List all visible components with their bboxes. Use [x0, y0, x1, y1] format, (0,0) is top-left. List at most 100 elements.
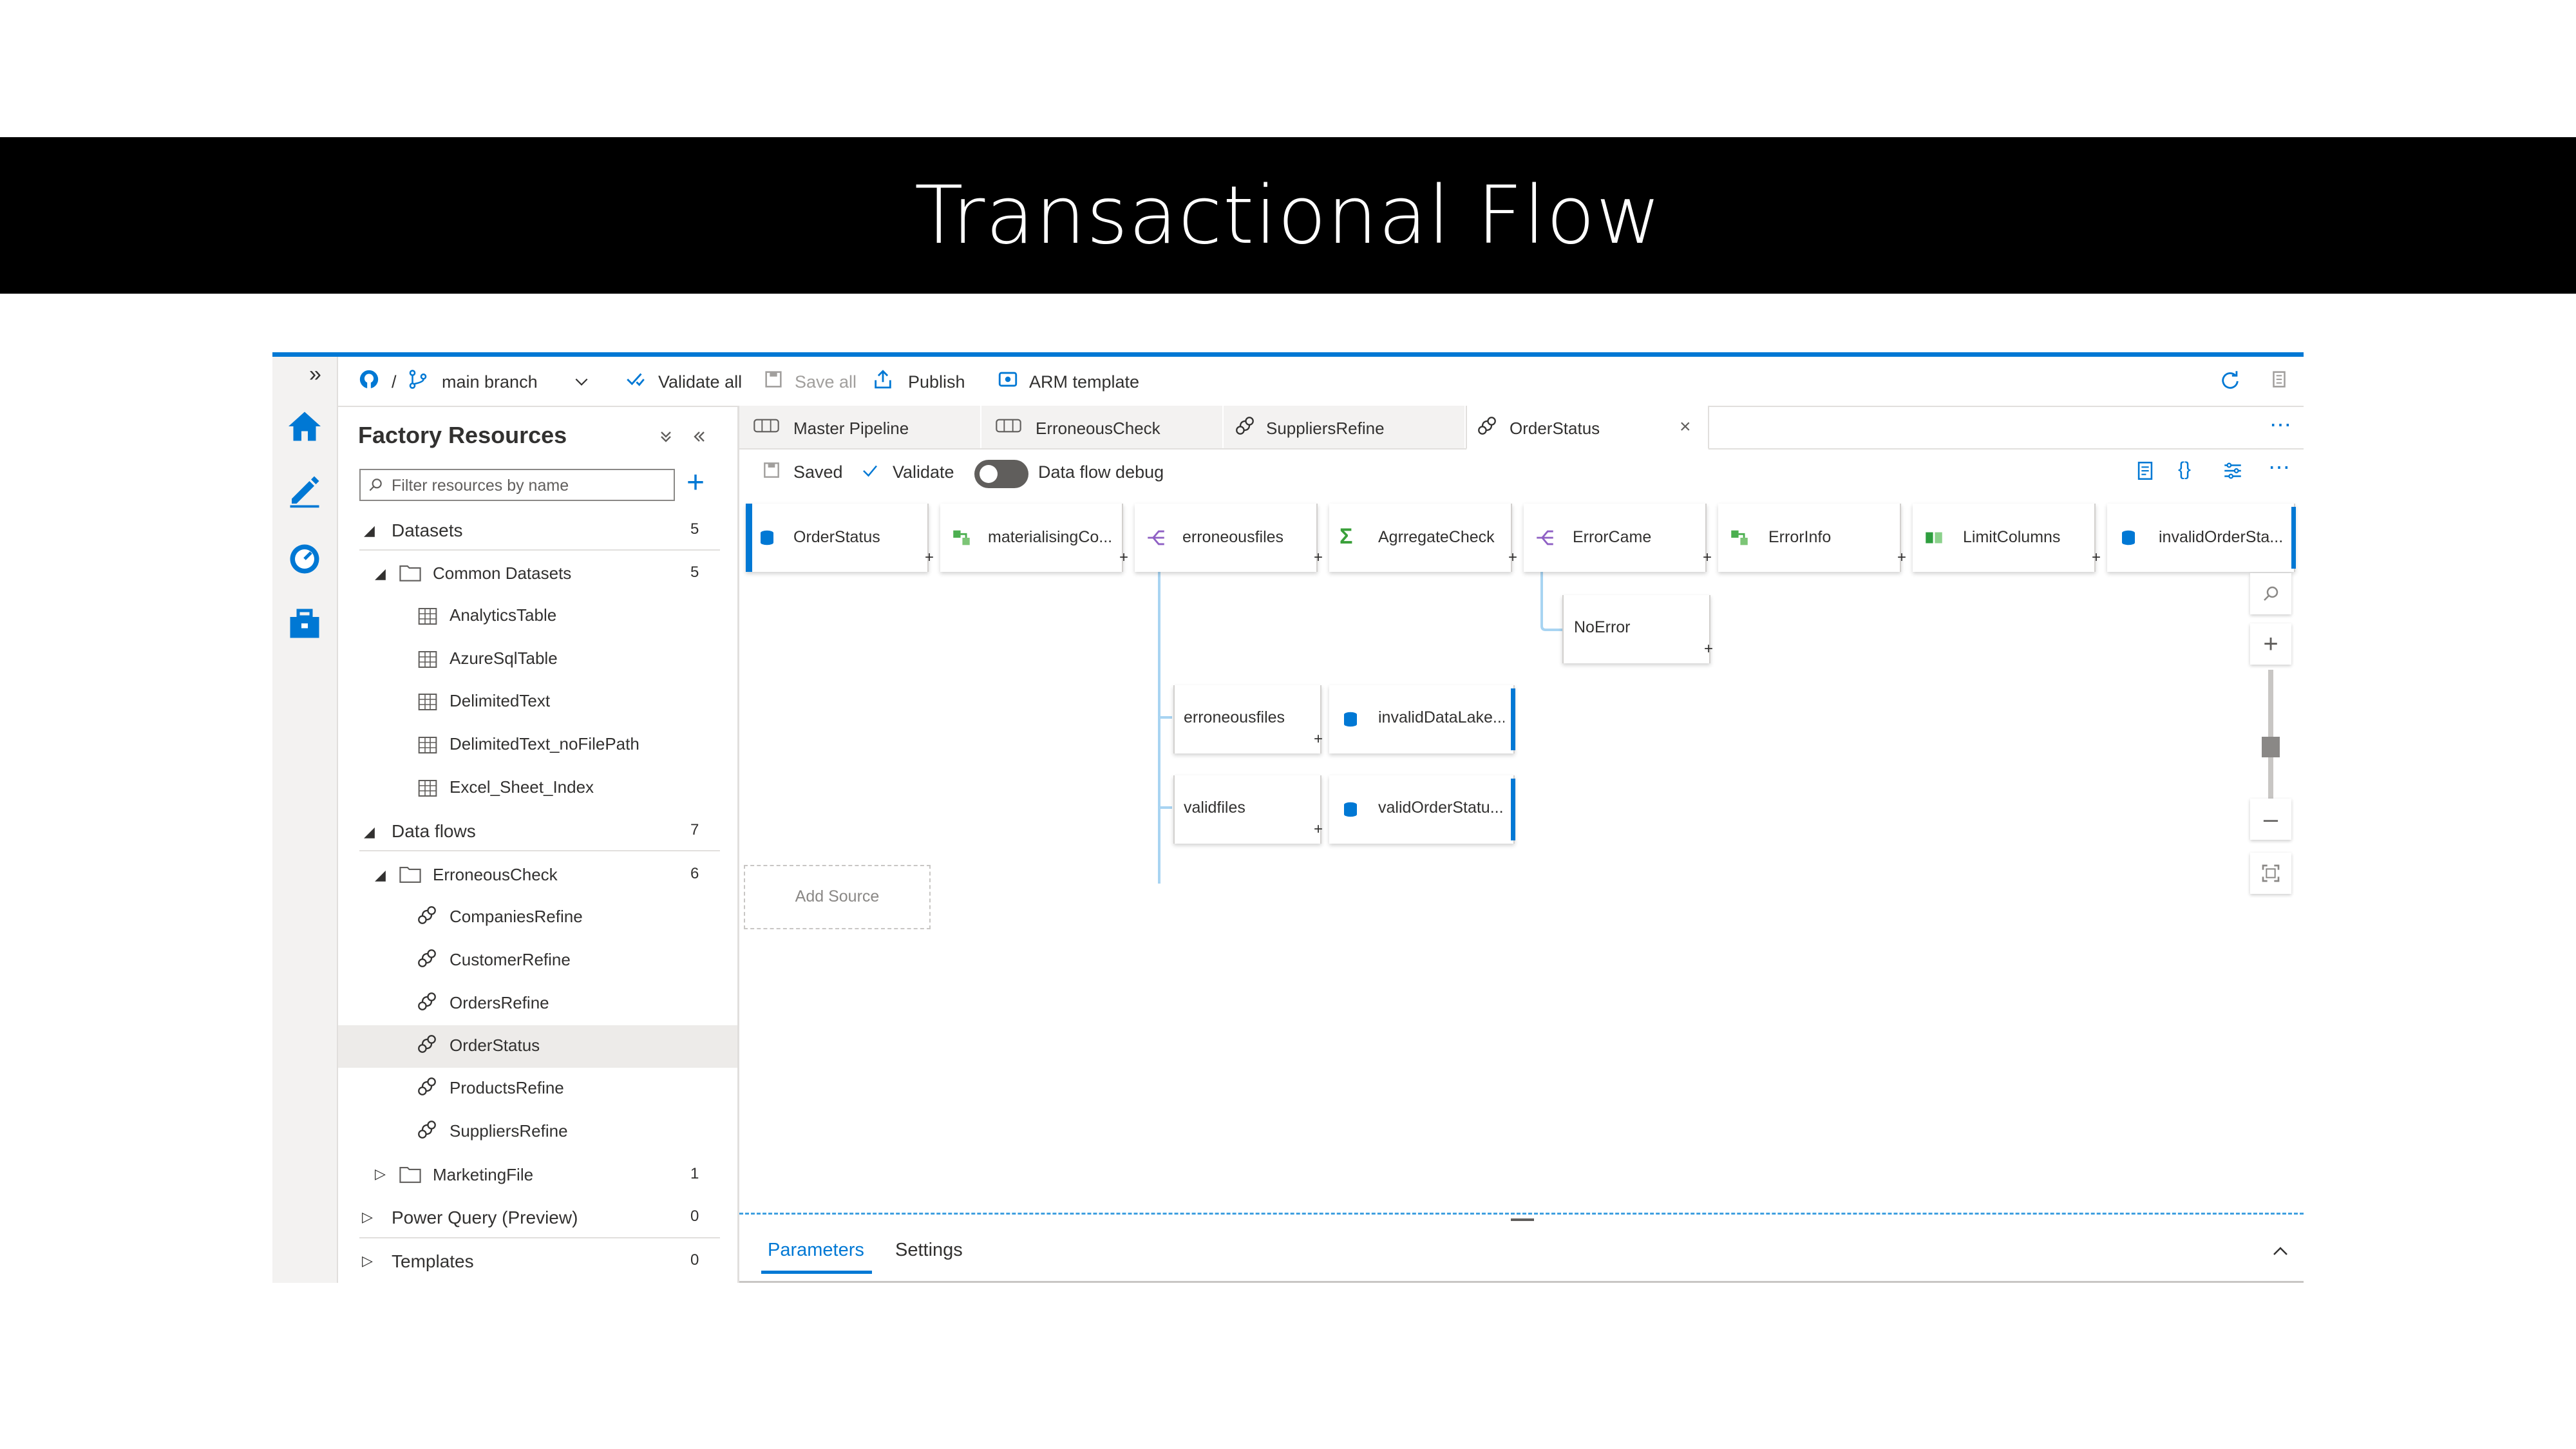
database-icon	[761, 530, 773, 545]
dataflow-icon	[418, 906, 436, 924]
add-transform-icon[interactable]: +	[1704, 640, 1713, 658]
tab-parameters[interactable]: Parameters	[768, 1240, 864, 1261]
home-icon[interactable]	[285, 407, 324, 446]
arm-template-button[interactable]: ARM template	[1029, 372, 1139, 392]
script-icon[interactable]	[2134, 460, 2156, 482]
more-options-icon[interactable]: ⋯	[2268, 455, 2290, 480]
node-label: erroneousfiles	[1182, 528, 1284, 546]
dataflow-item[interactable]: CustomerRefine	[450, 950, 571, 970]
collapse-all-icon[interactable]	[657, 428, 675, 446]
add-transform-icon[interactable]: +	[2092, 549, 2101, 567]
refresh-icon[interactable]	[2219, 368, 2241, 390]
folder-icon	[399, 565, 421, 582]
dataflow-item-selected[interactable]: OrderStatus	[450, 1036, 540, 1056]
dataflow-item[interactable]: OrdersRefine	[450, 993, 549, 1013]
node-label: erroneousfiles	[1184, 708, 1285, 726]
fit-to-screen-button[interactable]	[2250, 853, 2291, 894]
conditional-split-icon	[1537, 530, 1553, 545]
validate-button[interactable]: Validate	[893, 462, 954, 482]
add-transform-icon[interactable]: +	[1897, 549, 1906, 567]
add-transform-icon[interactable]: +	[1119, 549, 1128, 567]
expanded-triangle-icon[interactable]: ◢	[364, 824, 375, 840]
toolbox-icon[interactable]	[285, 604, 324, 643]
tree-power-query[interactable]: Power Query (Preview)	[392, 1208, 578, 1228]
expanded-triangle-icon[interactable]: ◢	[375, 867, 386, 884]
tree-divider	[359, 1237, 720, 1238]
arm-template-icon	[998, 372, 1018, 387]
tree-datasets[interactable]: Datasets	[392, 520, 463, 541]
zoom-in-button[interactable]: +	[2250, 623, 2291, 665]
zoom-out-button[interactable]: –	[2250, 799, 2291, 840]
dataflow-item[interactable]: CompaniesRefine	[450, 907, 583, 927]
marketingfile-count: 1	[690, 1165, 699, 1182]
code-icon[interactable]: {}	[2178, 459, 2191, 480]
flow-connectors	[1158, 571, 1562, 884]
add-resource-button[interactable]: +	[687, 465, 705, 500]
expanded-triangle-icon[interactable]: ◢	[375, 565, 386, 582]
database-icon	[1344, 712, 1357, 727]
expanded-triangle-icon[interactable]: ◢	[364, 522, 375, 539]
github-icon[interactable]	[358, 368, 380, 390]
source-bar	[746, 504, 752, 572]
collapsed-triangle-icon[interactable]: ▷	[362, 1253, 373, 1269]
dataflow-icon	[418, 992, 436, 1010]
tree-folder-common-datasets[interactable]: Common Datasets	[433, 564, 571, 583]
panel-splitter[interactable]	[739, 1213, 2304, 1215]
tab-label: ErroneousCheck	[1036, 419, 1160, 438]
breadcrumb-separator: /	[392, 372, 397, 392]
add-transform-icon[interactable]: +	[925, 549, 934, 567]
save-all-button[interactable]: Save all	[795, 372, 857, 392]
node-label: AgrregateCheck	[1378, 528, 1495, 546]
tabs-overflow-icon[interactable]: ⋯	[2269, 412, 2293, 438]
properties-icon[interactable]	[2222, 460, 2244, 482]
branch-selector[interactable]: main branch	[442, 372, 538, 392]
pipeline-icon	[753, 419, 779, 433]
add-transform-icon[interactable]: +	[1314, 820, 1323, 838]
factory-resources-title: Factory Resources	[358, 422, 567, 448]
common-datasets-count: 5	[690, 564, 699, 581]
pencil-icon[interactable]	[285, 471, 324, 510]
collapsed-triangle-icon[interactable]: ▷	[375, 1166, 386, 1182]
aggregate-icon: Σ	[1340, 524, 1353, 549]
tab-settings[interactable]: Settings	[895, 1240, 963, 1261]
add-transform-icon[interactable]: +	[1508, 549, 1517, 567]
publish-button[interactable]: Publish	[908, 372, 965, 392]
slide-title: Transactional Flow	[914, 169, 1662, 262]
add-source-label: Add Source	[795, 887, 880, 905]
expand-rail-icon[interactable]: »	[309, 362, 321, 387]
pipeline-icon	[996, 419, 1021, 433]
dataset-item[interactable]: AzureSqlTable	[450, 649, 558, 668]
power-query-count: 0	[690, 1208, 699, 1225]
select-icon	[1926, 532, 1942, 544]
search-canvas-button[interactable]	[2250, 573, 2291, 614]
close-tab-icon[interactable]: ×	[1680, 416, 1691, 438]
branch-icon	[409, 370, 427, 389]
add-transform-icon[interactable]: +	[1314, 549, 1323, 567]
zoom-slider-thumb[interactable]	[2262, 737, 2280, 757]
monitor-icon[interactable]	[285, 540, 324, 578]
tree-templates[interactable]: Templates	[392, 1251, 474, 1272]
add-transform-icon[interactable]: +	[1703, 549, 1712, 567]
dataset-item[interactable]: DelimitedText_noFilePath	[450, 734, 639, 754]
tree-folder-erroneouscheck[interactable]: ErroneousCheck	[433, 865, 558, 885]
splitter-handle[interactable]	[1511, 1218, 1534, 1221]
add-transform-icon[interactable]: +	[1314, 730, 1323, 748]
dataflow-item[interactable]: ProductsRefine	[450, 1078, 564, 1098]
tree-folder-marketingfile[interactable]: MarketingFile	[433, 1165, 533, 1185]
collapsed-triangle-icon[interactable]: ▷	[362, 1209, 373, 1226]
validate-all-button[interactable]: Validate all	[658, 372, 742, 392]
chevron-up-icon[interactable]	[2269, 1242, 2291, 1261]
discard-icon[interactable]	[2268, 368, 2290, 390]
sink-bar	[2291, 507, 2296, 569]
tree-data-flows[interactable]: Data flows	[392, 821, 476, 842]
sink-bar	[1511, 688, 1515, 750]
collapse-panel-icon[interactable]	[690, 428, 708, 446]
chevron-down-icon[interactable]	[573, 374, 590, 390]
node-label: ErrorCame	[1573, 528, 1652, 546]
table-icon	[418, 651, 437, 668]
dataset-item[interactable]: DelimitedText	[450, 691, 550, 711]
dataset-item[interactable]: AnalyticsTable	[450, 605, 556, 625]
dataset-item[interactable]: Excel_Sheet_Index	[450, 777, 594, 797]
dataflow-item[interactable]: SuppliersRefine	[450, 1121, 568, 1141]
toggle-knob	[980, 465, 998, 483]
